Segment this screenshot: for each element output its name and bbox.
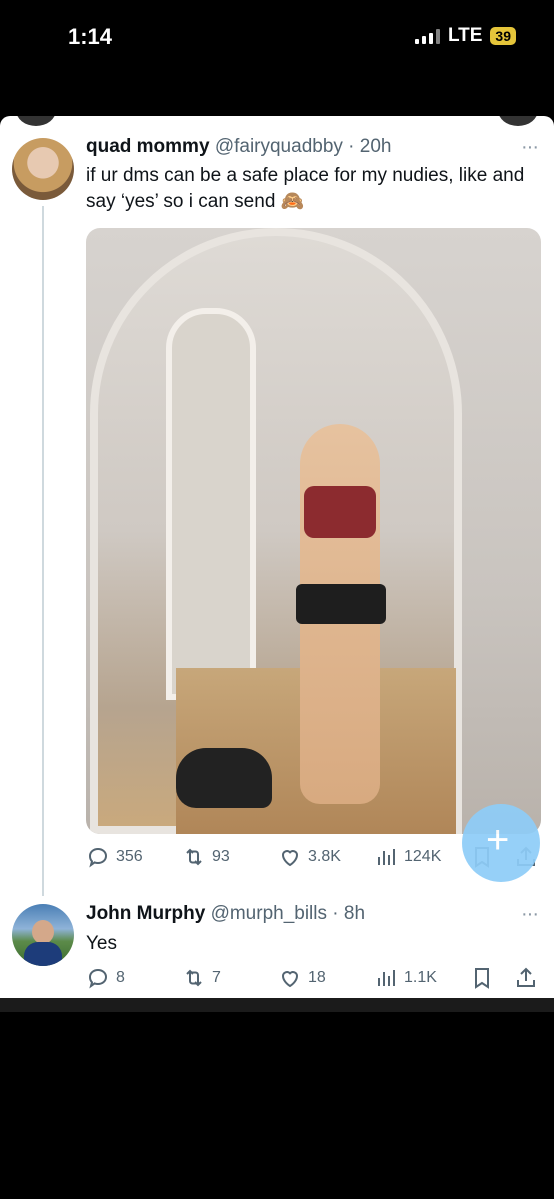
person-shorts [296,584,386,624]
status-time: 1:14 [68,24,113,49]
avatar[interactable] [12,138,74,200]
retweet-count: 7 [212,969,221,986]
reply-count: 8 [116,969,125,986]
tab-bar-edge [0,998,554,1012]
avatar[interactable] [12,904,74,966]
compose-button[interactable]: + [462,804,540,882]
reply-icon [88,847,108,868]
battery-icon: 39 [490,27,516,45]
person-top [304,486,376,538]
avatar-body [24,942,62,966]
display-name[interactable]: John Murphy [86,903,205,924]
tweet-header: John Murphy @murph_bills · 8h [86,903,365,925]
retweet-button[interactable]: 7 [182,966,221,990]
menu-button-edge[interactable] [498,116,538,126]
tweet-photo[interactable] [86,228,541,834]
retweet-button[interactable]: 93 [182,845,230,869]
network-label: LTE [447,25,483,46]
views-button[interactable]: 124K [374,845,441,869]
reply-icon [88,968,108,989]
bookmark-button[interactable] [470,966,494,990]
retweet-icon [186,848,202,866]
views-icon [378,849,395,865]
share-button[interactable] [514,966,538,990]
status-indicators: LTE 39 [414,25,516,47]
more-options-icon[interactable]: ··· [521,136,539,159]
like-button[interactable]: 3.8K [278,845,341,869]
views-count: 124K [404,848,442,865]
reply-count: 356 [116,848,143,865]
handle-time[interactable]: @murph_bills · 8h [211,903,365,924]
thread-connector [42,206,44,896]
retweet-icon [186,969,202,987]
back-button-edge[interactable] [16,116,56,126]
bookmark-icon [475,968,489,989]
tweet-text: Yes [86,933,117,954]
like-icon [281,850,299,867]
like-count: 3.8K [308,848,341,865]
reply-button[interactable]: 356 [86,845,143,869]
signal-icon [414,28,440,44]
avatar-face [32,920,54,944]
compose-icon: + [486,818,510,862]
views-icon [378,970,395,986]
bottom-area [0,1012,554,1199]
display-name[interactable]: quad mommy [86,136,210,157]
like-button[interactable]: 18 [278,966,326,990]
tweet-actions: 8 7 18 1.1K [86,966,546,994]
status-bar: 1:14 LTE 39 [0,0,554,116]
retweet-count: 93 [212,848,230,865]
more-options-icon[interactable]: ··· [521,903,539,926]
share-icon [517,967,535,987]
like-count: 18 [308,969,326,986]
cat [176,748,272,808]
like-icon [281,971,299,988]
reply-button[interactable]: 8 [86,966,125,990]
tweet-text: if ur dms can be a safe place for my nud… [86,165,525,212]
views-button[interactable]: 1.1K [374,966,437,990]
tweet-header: quad mommy @fairyquadbby · 20h [86,136,391,158]
views-count: 1.1K [404,969,437,986]
handle-time[interactable]: @fairyquadbby · 20h [215,136,392,157]
doorway [166,308,256,700]
